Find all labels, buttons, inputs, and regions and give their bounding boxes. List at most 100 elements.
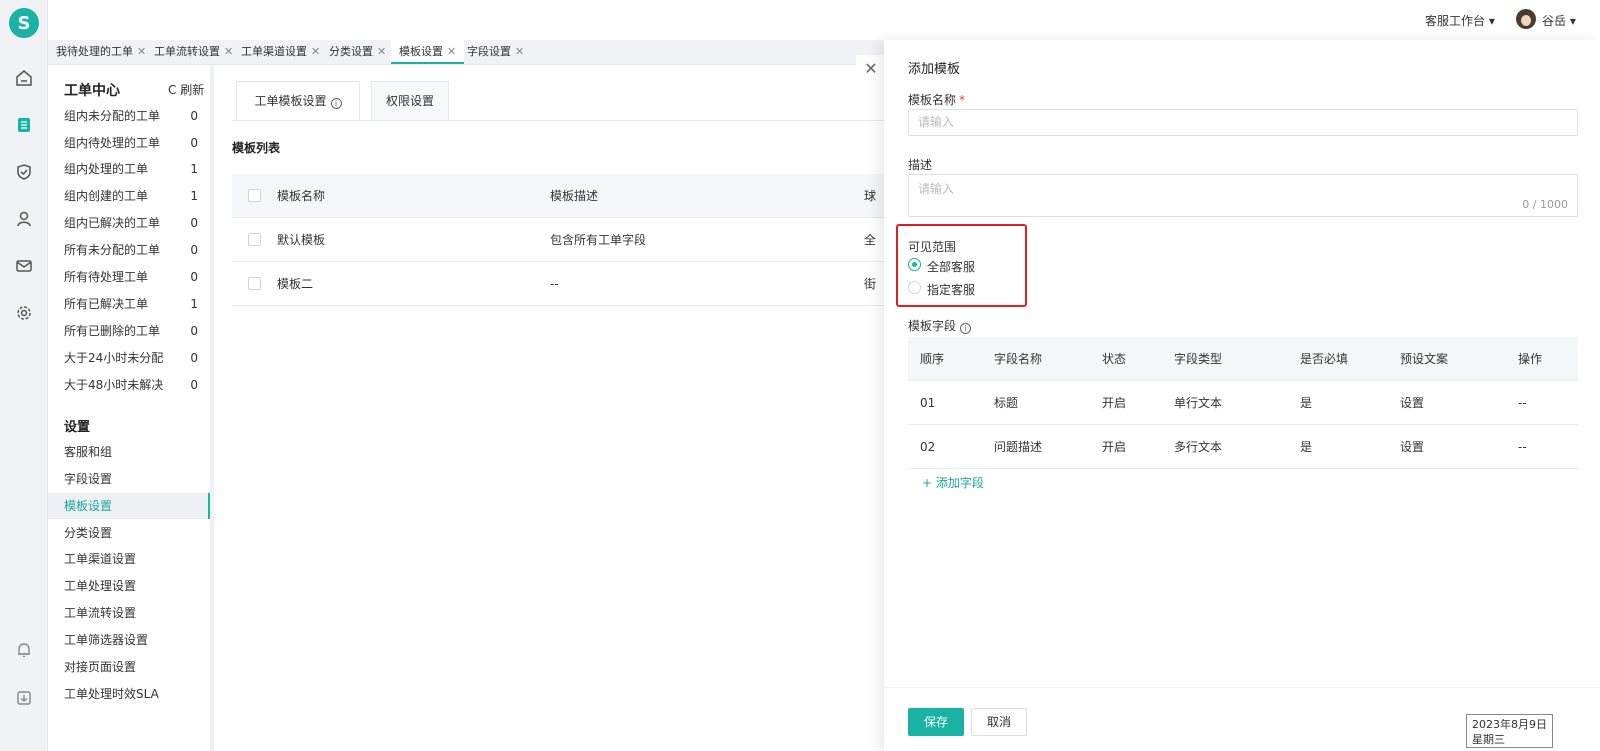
drawer-title: 添加模板 (908, 62, 961, 77)
tab-label: 字段设置 (467, 45, 511, 58)
sidebar-item-label: 所有未分配的工单 (64, 243, 161, 257)
template-fields-label: 模板字段 i (908, 317, 972, 334)
top-bar: 客服工作台 ▾ 谷岳 ▾ (48, 0, 1600, 40)
sidebar-item-category-settings[interactable]: 分类设置 (48, 520, 210, 546)
template-name-input[interactable]: 请输入 (908, 109, 1578, 136)
sidebar-item-filter-settings[interactable]: 工单筛选器设置 (48, 627, 210, 653)
select-all-checkbox[interactable] (248, 189, 261, 202)
sidebar-item[interactable]: 所有未分配的工单 0 (48, 237, 210, 263)
table-row[interactable]: 模板二 -- 街 (232, 262, 900, 306)
tab-label: 工单流转设置 (154, 45, 220, 58)
avatar[interactable] (1516, 9, 1536, 29)
close-icon[interactable]: ✕ (377, 45, 386, 58)
sidebar-item[interactable]: 所有已删除的工单 0 (48, 318, 210, 344)
field-required: 是 (1300, 440, 1313, 454)
template-table: 模板名称 模板描述 球 默认模板 包含所有工单字段 全 模板二 -- 街 (232, 174, 900, 306)
mail-icon[interactable] (12, 254, 36, 278)
sidebar-item[interactable]: 组内已解决的工单 0 (48, 210, 210, 236)
table-header: 模板名称 模板描述 球 (232, 174, 900, 218)
sidebar-item[interactable]: 所有待处理工单 0 (48, 264, 210, 290)
divider (884, 687, 1600, 688)
add-field-button[interactable]: + 添加字段 (922, 474, 984, 491)
shield-icon[interactable] (12, 160, 36, 184)
visibility-label: 可见范围 (908, 240, 957, 254)
ticket-icon[interactable] (12, 113, 36, 137)
radio-label[interactable]: 全部客服 (927, 258, 975, 275)
tab-label: 分类设置 (329, 45, 373, 58)
tab-template-config[interactable]: 工单模板设置 i (236, 81, 360, 121)
sidebar-item-agents-groups[interactable]: 客服和组 (48, 439, 210, 465)
bell-icon[interactable] (12, 638, 36, 662)
sidebar-item-flow-settings[interactable]: 工单流转设置 (48, 600, 210, 626)
sidebar-item[interactable]: 组内待处理的工单 0 (48, 130, 210, 156)
row-checkbox[interactable] (248, 233, 261, 246)
sidebar-item[interactable]: 组内创建的工单 1 (48, 183, 210, 209)
divider (232, 120, 900, 121)
sidebar-item[interactable]: 大于24小时未分配 0 (48, 345, 210, 371)
preset-set-link[interactable]: 设置 (1400, 425, 1424, 469)
sidebar-item-field-settings[interactable]: 字段设置 (48, 466, 210, 492)
sidebar-item-label: 大于24小时未分配 (64, 351, 164, 365)
tab-label: 模板设置 (399, 45, 443, 58)
date-text: 2023年8月9日 (1472, 718, 1547, 731)
home-icon[interactable] (12, 66, 36, 90)
tab-label: 工单渠道设置 (241, 45, 307, 58)
sidebar-item[interactable]: 所有已解决工单 1 (48, 291, 210, 317)
subtab-label: 工单模板设置 (254, 94, 327, 108)
template-desc: -- (550, 277, 559, 291)
info-icon: i (330, 98, 342, 109)
desc-label: 描述 (908, 158, 933, 172)
tab-channel-settings[interactable]: 工单渠道设置 ✕ (233, 40, 328, 64)
column-header: 模板描述 (550, 189, 599, 203)
radio-specific-agents[interactable] (908, 281, 921, 294)
sidebar-item[interactable]: 组内未分配的工单 0 (48, 103, 210, 129)
close-icon[interactable]: ✕ (137, 45, 146, 58)
tabs-bar: 我待处理的工单 ✕ 工单流转设置 ✕ 工单渠道设置 ✕ 分类设置 ✕ 模板设置 ✕ 字段设… (48, 40, 900, 65)
icon-rail: S (0, 0, 48, 751)
cancel-button[interactable]: 取消 (971, 708, 1027, 736)
close-icon[interactable]: ✕ (515, 45, 524, 58)
sidebar-item-page-settings[interactable]: 对接页面设置 (48, 654, 210, 680)
user-menu[interactable]: 谷岳 ▾ (1542, 12, 1576, 29)
tab-category-settings[interactable]: 分类设置 ✕ (321, 40, 394, 64)
field-type: 多行文本 (1174, 440, 1223, 454)
row-checkbox[interactable] (248, 277, 261, 290)
close-drawer-button[interactable]: ✕ (856, 55, 886, 85)
sidebar-item-label: 所有已解决工单 (64, 297, 149, 311)
close-icon[interactable]: ✕ (224, 45, 233, 58)
sidebar-item-label: 组内已解决的工单 (64, 216, 161, 230)
tab-template-settings[interactable]: 模板设置 ✕ (391, 40, 465, 64)
radio-label[interactable]: 指定客服 (927, 281, 975, 298)
tab-field-settings[interactable]: 字段设置 ✕ (459, 40, 532, 64)
sidebar-item-channel-settings[interactable]: 工单渠道设置 (48, 546, 210, 572)
sidebar-item-processing-settings[interactable]: 工单处理设置 (48, 573, 210, 599)
user-icon[interactable] (12, 207, 36, 231)
gear-icon[interactable] (12, 301, 36, 325)
sidebar-item-label: 组内未分配的工单 (64, 109, 161, 123)
template-desc: 包含所有工单字段 (550, 233, 647, 247)
table-row[interactable]: 默认模板 包含所有工单字段 全 (232, 218, 900, 262)
desc-textarea[interactable]: 请输入 0 / 1000 (908, 174, 1578, 217)
workbench-dropdown[interactable]: 客服工作台 ▾ (1425, 12, 1495, 29)
sidebar-item-template-settings[interactable]: 模板设置 (48, 493, 210, 519)
template-extra: 街 (864, 277, 877, 291)
tab-permission-settings[interactable]: 权限设置 (371, 81, 449, 121)
sidebar-item[interactable]: 大于48小时未解决 0 (48, 372, 210, 398)
sidebar-item-label: 组内处理的工单 (64, 162, 149, 176)
template-name: 模板二 (277, 277, 314, 291)
download-icon[interactable] (12, 686, 36, 710)
save-button[interactable]: 保存 (908, 708, 964, 736)
tab-my-pending[interactable]: 我待处理的工单 ✕ (48, 40, 154, 64)
tab-flow-settings[interactable]: 工单流转设置 ✕ (146, 40, 241, 64)
sidebar-item[interactable]: 组内处理的工单 1 (48, 156, 210, 182)
close-icon[interactable]: ✕ (311, 45, 320, 58)
close-icon[interactable]: ✕ (447, 45, 456, 58)
column-header: 操作 (1518, 352, 1543, 366)
tab-label: 我待处理的工单 (56, 45, 133, 58)
radio-all-agents[interactable] (908, 258, 921, 271)
refresh-button[interactable]: C 刷新 (168, 81, 204, 98)
table-row: 02 问题描述 开启 多行文本 是 设置 -- (908, 425, 1578, 469)
sidebar-item-sla[interactable]: 工单处理时效SLA (48, 681, 210, 707)
app-logo[interactable]: S (9, 8, 39, 38)
preset-set-link[interactable]: 设置 (1400, 381, 1424, 425)
